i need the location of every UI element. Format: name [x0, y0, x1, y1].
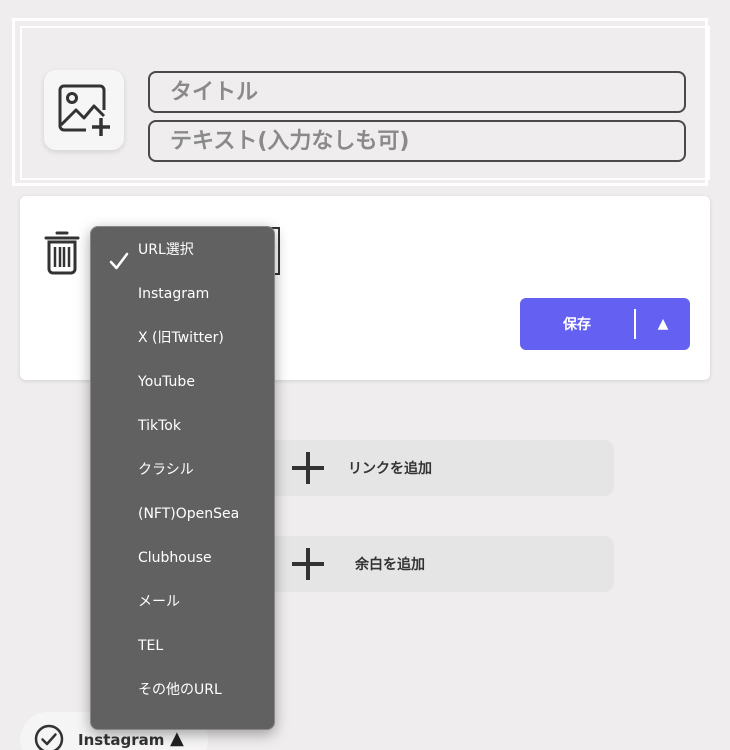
plus-icon [292, 452, 324, 484]
check-circle-icon [34, 724, 64, 750]
menu-item-opensea[interactable]: (NFT)OpenSea [138, 502, 239, 526]
menu-item-clubhouse[interactable]: Clubhouse [138, 546, 212, 570]
url-select-dropdown: URL選択 Instagram X (旧Twitter) YouTube Tik… [90, 226, 275, 730]
image-upload-button[interactable] [44, 70, 124, 150]
save-button[interactable]: 保存 [520, 298, 634, 350]
save-options-button[interactable]: ▲ [636, 298, 690, 350]
chip-label: Instagram [78, 731, 165, 749]
checkmark-icon [109, 252, 129, 270]
image-add-icon [58, 84, 110, 136]
add-link-button[interactable]: リンクを追加 [250, 440, 614, 496]
menu-item-other-url[interactable]: その他のURL [138, 678, 222, 702]
trash-icon [44, 231, 80, 275]
menu-item-instagram[interactable]: Instagram [138, 282, 209, 306]
menu-item-youtube[interactable]: YouTube [138, 370, 195, 394]
menu-item-url-select[interactable]: URL選択 [138, 238, 194, 262]
text-input[interactable] [148, 120, 686, 162]
menu-item-tiktok[interactable]: TikTok [138, 414, 181, 438]
save-button-group: 保存 ▲ [520, 298, 690, 350]
menu-item-tel[interactable]: TEL [138, 634, 163, 658]
add-link-label: リンクを追加 [348, 461, 432, 477]
title-input[interactable] [148, 71, 686, 113]
menu-item-kurashiru[interactable]: クラシル [138, 458, 194, 482]
plus-icon [292, 548, 324, 580]
delete-button[interactable] [42, 228, 82, 276]
menu-item-mail[interactable]: メール [138, 590, 180, 614]
add-space-button[interactable]: 余白を追加 [250, 536, 614, 592]
chip-arrow-icon[interactable]: ▲ [170, 728, 184, 749]
add-space-label: 余白を追加 [355, 557, 425, 573]
menu-item-x-twitter[interactable]: X (旧Twitter) [138, 326, 224, 350]
